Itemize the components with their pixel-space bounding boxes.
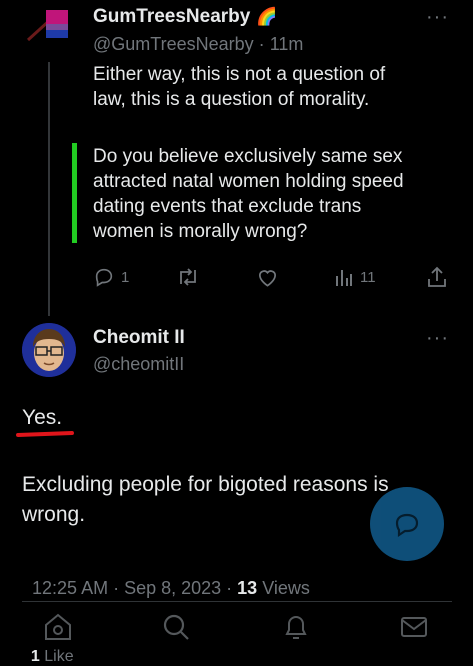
more-options-icon[interactable]: ··· <box>426 327 449 350</box>
reply-button[interactable]: 1 <box>93 266 129 288</box>
rainbow-emoji: 🌈 <box>256 7 278 26</box>
mail-icon[interactable] <box>398 612 430 642</box>
parent-display-name[interactable]: GumTreesNearby <box>93 6 250 28</box>
views-label: Views <box>257 578 310 598</box>
quote-line-3: dating events that exclude trans <box>93 196 362 217</box>
parent-line-2: law, this is a question of morality. <box>93 89 370 110</box>
parent-line-1: Either way, this is not a question of <box>93 64 386 85</box>
reply-icon <box>93 266 115 288</box>
home-icon[interactable] <box>42 612 74 642</box>
separator: · <box>258 34 265 54</box>
main-handle[interactable]: @cheomitII <box>93 354 184 375</box>
quote-line-4: women is morally wrong? <box>93 221 308 242</box>
compose-reply-button[interactable] <box>370 487 444 561</box>
share-icon <box>426 265 448 289</box>
main-text-yes: Yes. <box>22 406 63 429</box>
quote-line-1: Do you believe exclusively same sex <box>93 146 403 167</box>
share-button[interactable] <box>426 265 448 289</box>
views-count-main: 13 <box>237 578 258 598</box>
views-button[interactable]: 11 <box>334 266 376 288</box>
parent-avatar[interactable] <box>22 6 74 46</box>
reply-count: 1 <box>121 268 130 286</box>
divider <box>22 601 452 602</box>
timestamp[interactable]: 12:25 AM · Sep 8, 2023 · <box>32 578 237 598</box>
compose-reply-icon <box>392 509 422 539</box>
main-display-name[interactable]: Cheomit II <box>93 327 185 349</box>
retweet-icon <box>176 266 200 288</box>
retweet-button[interactable] <box>176 266 200 288</box>
bottom-nav <box>0 604 473 662</box>
quoted-question: Do you believe exclusively same sex attr… <box>93 144 453 244</box>
search-icon[interactable] <box>160 612 192 642</box>
more-options-icon[interactable]: ··· <box>426 6 449 29</box>
views-count: 11 <box>360 268 376 286</box>
parent-time[interactable]: 11m <box>270 34 304 54</box>
analytics-icon <box>334 266 354 288</box>
quote-line-2: attracted natal women holding speed <box>93 171 404 192</box>
parent-tweet-text: Either way, this is not a question of la… <box>93 62 453 112</box>
quote-bar <box>72 143 77 243</box>
parent-handle[interactable]: @GumTreesNearby <box>93 34 254 54</box>
red-underline <box>15 430 75 438</box>
main-avatar[interactable] <box>22 323 76 377</box>
tweet-meta: 12:25 AM · Sep 8, 2023 · 13 Views <box>22 557 310 599</box>
heart-icon <box>256 266 279 288</box>
bell-icon[interactable] <box>280 612 312 642</box>
like-button[interactable] <box>256 266 279 288</box>
thread-line <box>48 62 50 316</box>
